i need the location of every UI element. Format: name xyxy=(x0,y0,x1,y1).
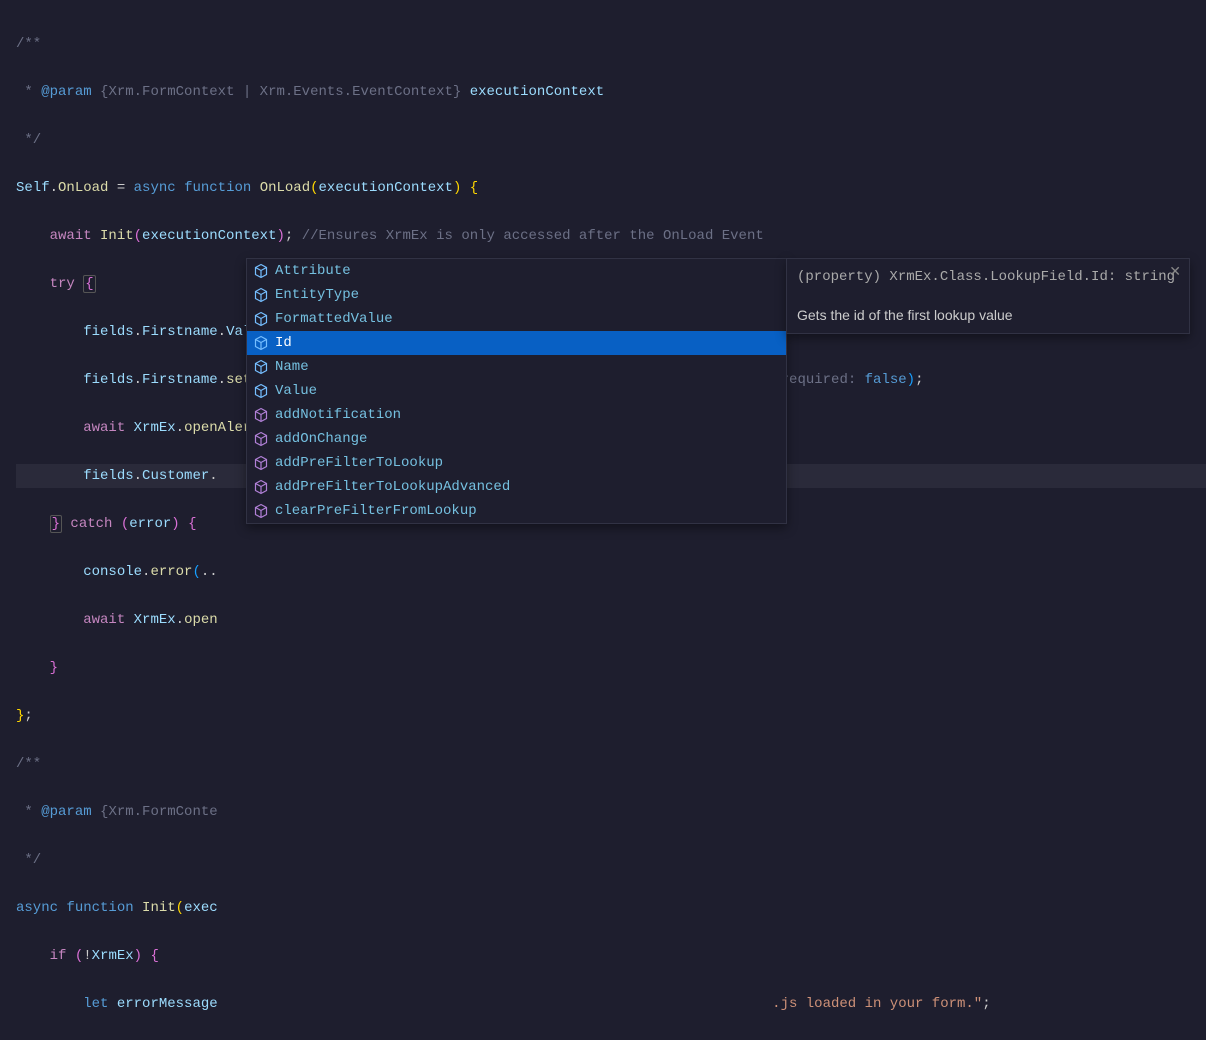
suggest-item-label: addOnChange xyxy=(275,431,367,447)
doc-signature: (property) XrmEx.Class.LookupField.Id: s… xyxy=(797,267,1179,287)
property-icon xyxy=(253,263,269,279)
property-icon xyxy=(253,359,269,375)
suggest-item-label: Attribute xyxy=(275,263,351,279)
suggest-item-label: addPreFilterToLookupAdvanced xyxy=(275,479,510,495)
method-icon xyxy=(253,407,269,423)
suggest-item-label: Id xyxy=(275,335,292,351)
suggest-item-clearprefilterfromlookup[interactable]: clearPreFilterFromLookup xyxy=(247,499,786,523)
property-icon xyxy=(253,311,269,327)
suggest-item-addprefiltertolookupadvanced[interactable]: addPreFilterToLookupAdvanced xyxy=(247,475,786,499)
suggest-item-value[interactable]: Value xyxy=(247,379,786,403)
suggest-item-label: EntityType xyxy=(275,287,359,303)
suggest-item-addnotification[interactable]: addNotification xyxy=(247,403,786,427)
method-icon xyxy=(253,455,269,471)
suggest-item-addonchange[interactable]: addOnChange xyxy=(247,427,786,451)
suggest-item-formattedvalue[interactable]: FormattedValue xyxy=(247,307,786,331)
suggest-item-name[interactable]: Name xyxy=(247,355,786,379)
suggest-item-id[interactable]: Id xyxy=(247,331,786,355)
suggest-item-label: FormattedValue xyxy=(275,311,393,327)
suggest-item-label: clearPreFilterFromLookup xyxy=(275,503,477,519)
doc-description: Gets the id of the first lookup value xyxy=(797,305,1179,325)
suggest-item-label: Value xyxy=(275,383,317,399)
suggest-item-addprefiltertolookup[interactable]: addPreFilterToLookup xyxy=(247,451,786,475)
suggest-item-label: addPreFilterToLookup xyxy=(275,455,443,471)
intellisense-doc: ✕ (property) XrmEx.Class.LookupField.Id:… xyxy=(786,258,1190,334)
suggest-item-attribute[interactable]: Attribute xyxy=(247,259,786,283)
method-icon xyxy=(253,431,269,447)
close-icon[interactable]: ✕ xyxy=(1169,263,1181,280)
intellisense-popup[interactable]: Attribute EntityType FormattedValue Id Name V… xyxy=(246,258,787,524)
property-icon xyxy=(253,335,269,351)
method-icon xyxy=(253,503,269,519)
suggest-item-label: Name xyxy=(275,359,309,375)
property-icon xyxy=(253,287,269,303)
suggest-item-label: addNotification xyxy=(275,407,401,423)
method-icon xyxy=(253,479,269,495)
property-icon xyxy=(253,383,269,399)
suggest-item-entitytype[interactable]: EntityType xyxy=(247,283,786,307)
jsdoc-open: /** xyxy=(16,36,41,52)
